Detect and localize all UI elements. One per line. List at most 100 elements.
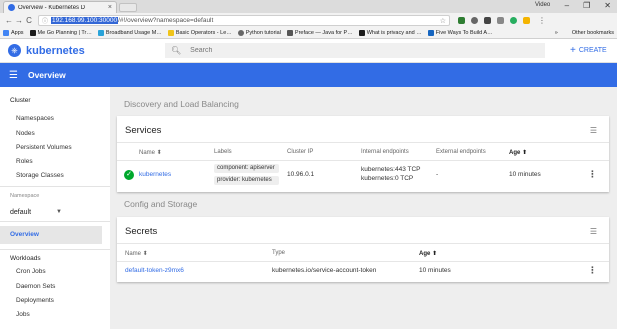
secret-name-link[interactable]: default-token-z9mx6 bbox=[125, 267, 184, 274]
sidebar-item-persistent-volumes[interactable]: Persistent Volumes bbox=[16, 144, 72, 151]
divider bbox=[117, 261, 609, 262]
column-header-cluster-ip: Cluster IP bbox=[287, 149, 314, 155]
sidebar-item-daemon-sets[interactable]: Daemon Sets bbox=[16, 283, 55, 290]
namespace-value: default bbox=[10, 208, 32, 216]
section-title-config: Config and Storage bbox=[124, 199, 198, 209]
extension-icons bbox=[458, 17, 530, 24]
column-header-age[interactable]: Age ⬆ bbox=[509, 149, 527, 156]
address-bar: ← → C ⓘ 192.168.99.100:30000 /#!/overvie… bbox=[0, 13, 617, 28]
column-header-type: Type bbox=[272, 250, 286, 256]
create-button[interactable]: + CREATE bbox=[570, 45, 607, 56]
bookmarks-bar: Apps Me Go Planning | Tr… Broadband Usag… bbox=[0, 28, 617, 39]
section-title-discovery: Discovery and Load Balancing bbox=[124, 99, 239, 109]
column-header-name[interactable]: Name ⬍ bbox=[139, 149, 162, 156]
info-icon[interactable]: ⓘ bbox=[42, 16, 48, 25]
minimize-icon[interactable]: – bbox=[565, 1, 569, 10]
url-path: /#!/overview?namespace=default bbox=[118, 17, 214, 24]
sidebar-item-namespaces[interactable]: Namespaces bbox=[16, 115, 54, 122]
search-input[interactable] bbox=[190, 47, 491, 54]
globe-icon bbox=[237, 30, 244, 36]
bookmark-item[interactable]: Python tutorial bbox=[237, 30, 281, 36]
bookmark-item[interactable]: Basic Operators - Le… bbox=[167, 30, 232, 36]
new-tab-button[interactable] bbox=[119, 3, 137, 12]
divider bbox=[117, 160, 609, 161]
plus-icon: + bbox=[570, 45, 576, 56]
brand-name[interactable]: kubernetes bbox=[26, 45, 85, 57]
bookmark-star-icon[interactable]: ☆ bbox=[440, 17, 446, 25]
sidebar-item-nodes[interactable]: Nodes bbox=[16, 130, 35, 137]
browser-tab[interactable]: Overview - Kubernetes D × bbox=[3, 1, 117, 13]
url-input[interactable]: ⓘ 192.168.99.100:30000 /#!/overview?name… bbox=[38, 15, 450, 26]
search-icon: 🔍︎ bbox=[171, 46, 182, 55]
forward-icon[interactable]: → bbox=[14, 16, 24, 25]
bookmark-item[interactable]: Five Ways To Build A… bbox=[427, 30, 493, 36]
divider bbox=[117, 142, 609, 143]
filter-icon[interactable]: ☰ bbox=[590, 227, 597, 236]
bookmark-item[interactable]: What is privacy and … bbox=[358, 30, 422, 36]
namespace-select[interactable]: default ▼ bbox=[10, 207, 62, 217]
sidebar-heading-workloads[interactable]: Workloads bbox=[10, 255, 41, 262]
bookmark-item[interactable]: Preface — Java for P… bbox=[286, 30, 353, 36]
extension-icon[interactable] bbox=[471, 17, 478, 24]
column-header-age[interactable]: Age ⬆ bbox=[419, 250, 437, 257]
menu-icon[interactable]: ☰ bbox=[9, 70, 18, 81]
sidebar-item-roles[interactable]: Roles bbox=[16, 158, 33, 165]
page-toolbar: ☰ Overview bbox=[0, 63, 617, 87]
page-title: Overview bbox=[27, 70, 66, 80]
wave-icon bbox=[97, 30, 104, 36]
restore-icon[interactable]: ❐ bbox=[583, 1, 590, 10]
sidebar-item-jobs[interactable]: Jobs bbox=[16, 311, 30, 318]
app-header: ⎈ kubernetes 🔍︎ + CREATE bbox=[0, 39, 617, 63]
bookmark-icon bbox=[29, 30, 36, 36]
column-header-name[interactable]: Name ⬍ bbox=[125, 250, 148, 257]
check-icon: ✓ bbox=[124, 170, 134, 180]
services-title: Services bbox=[125, 125, 162, 136]
sidebar-item-deployments[interactable]: Deployments bbox=[16, 297, 54, 304]
label-chip: provider: kubernetes bbox=[214, 176, 279, 185]
filter-icon[interactable]: ☰ bbox=[590, 126, 597, 135]
secret-age: 10 minutes bbox=[419, 267, 451, 274]
search-bar: 🔍︎ bbox=[165, 43, 545, 58]
extension-icon[interactable] bbox=[484, 17, 491, 24]
bookmark-icon bbox=[358, 30, 365, 36]
browser-tab-strip: Overview - Kubernetes D × Video – ❐ ✕ bbox=[0, 0, 617, 13]
column-header-external-endpoints: External endpoints bbox=[436, 149, 486, 155]
label-chip: component: apiserver bbox=[214, 164, 279, 173]
kubernetes-logo-icon[interactable]: ⎈ bbox=[8, 44, 21, 57]
caret-down-icon: ▼ bbox=[56, 209, 62, 215]
more-actions-icon[interactable]: ⋮ bbox=[588, 265, 597, 276]
profile-name[interactable]: Video bbox=[535, 2, 550, 8]
extension-icon[interactable] bbox=[497, 17, 504, 24]
bookmark-icon bbox=[427, 30, 434, 36]
bookmark-item[interactable]: Broadband Usage M… bbox=[97, 30, 162, 36]
secrets-card: Secrets ☰ Name ⬍ Type Age ⬆ default-toke… bbox=[117, 217, 609, 282]
divider bbox=[117, 243, 609, 244]
tab-close-icon[interactable]: × bbox=[108, 4, 112, 11]
extension-icon[interactable] bbox=[458, 17, 465, 24]
bookmark-item[interactable]: Me Go Planning | Tr… bbox=[29, 30, 92, 36]
sidebar-item-cron-jobs[interactable]: Cron Jobs bbox=[16, 268, 46, 275]
service-age: 10 minutes bbox=[509, 171, 541, 178]
service-name-link[interactable]: kubernetes bbox=[139, 171, 171, 178]
secret-type: kubernetes.io/service-account-token bbox=[272, 267, 377, 274]
extension-icon[interactable] bbox=[510, 17, 517, 24]
more-actions-icon[interactable]: ⋮ bbox=[588, 169, 597, 180]
services-card: Services ☰ Name ⬍ Labels Cluster IP Inte… bbox=[117, 116, 609, 192]
column-header-labels: Labels bbox=[214, 149, 232, 155]
back-icon[interactable]: ← bbox=[4, 16, 14, 25]
extension-icon[interactable] bbox=[523, 17, 530, 24]
internal-endpoint: kubernetes:443 TCP bbox=[361, 166, 421, 173]
close-window-icon[interactable]: ✕ bbox=[604, 1, 611, 10]
bookmarks-more-icon[interactable]: » bbox=[555, 30, 558, 36]
cluster-ip: 10.96.0.1 bbox=[287, 171, 315, 178]
sidebar-heading-cluster[interactable]: Cluster bbox=[10, 97, 31, 104]
bookmark-apps[interactable]: Apps bbox=[3, 30, 24, 36]
other-bookmarks[interactable]: Other bookmarks bbox=[572, 30, 614, 36]
apps-grid-icon bbox=[3, 30, 9, 36]
browser-menu-icon[interactable]: ⋮ bbox=[538, 16, 546, 25]
sidebar-divider bbox=[0, 186, 110, 187]
sidebar-item-storage-classes[interactable]: Storage Classes bbox=[16, 172, 64, 179]
reload-icon[interactable]: C bbox=[24, 16, 34, 25]
sidebar-divider bbox=[0, 221, 110, 222]
sidebar-divider bbox=[0, 249, 110, 250]
